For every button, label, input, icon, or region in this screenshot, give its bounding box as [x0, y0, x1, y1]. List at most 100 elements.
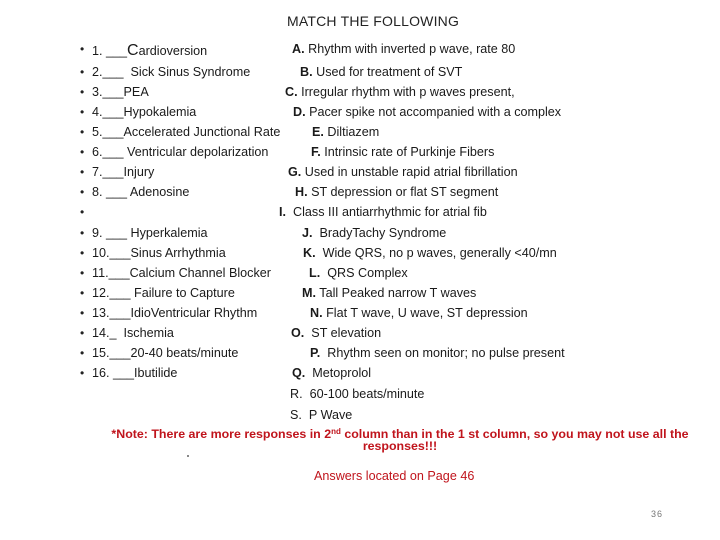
right-column-response: Q. Metoprolol	[292, 366, 371, 380]
response-text: Metoprolol	[305, 366, 372, 380]
note-suffix: column than in the 1 st column, so you m…	[340, 427, 689, 453]
item-initial: C	[127, 42, 139, 59]
bullet-icon: •	[80, 42, 85, 56]
response-text: Rhythm seen on monitor; no pulse present	[320, 346, 565, 360]
response-letter: P.	[310, 346, 321, 360]
right-column-response: M. Tall Peaked narrow T waves	[302, 286, 476, 300]
response-text: 60-100 beats/minute	[302, 387, 425, 401]
note-prefix: *Note: There are more responses in 2	[111, 427, 332, 441]
response-text: P Wave	[301, 408, 353, 422]
note-text: *Note: There are more responses in 2nd c…	[80, 427, 720, 453]
stray-dot	[187, 455, 189, 457]
extra-response-row: R. 60-100 beats/minute	[0, 387, 720, 407]
match-row: • 6.___ Ventricular depolarization F. Intr…	[0, 145, 720, 165]
left-column-item: 5.___Accelerated Junctional Rate	[92, 125, 281, 139]
match-row: • 5.___Accelerated Junctional Rate E. Dilt…	[0, 125, 720, 145]
page-number: 36	[651, 509, 664, 519]
response-letter: E.	[312, 125, 324, 139]
match-row: • I. Class III antiarrhythmic for atrial …	[0, 205, 720, 225]
match-row: • 14._ Ischemia O. ST elevation	[0, 326, 720, 346]
bullet-icon: •	[80, 326, 85, 340]
left-column-item: 15.___20-40 beats/minute	[92, 346, 239, 360]
match-row: • 11.___Calcium Channel Blocker L. QRS Com…	[0, 266, 720, 286]
bullet-icon: •	[80, 346, 85, 360]
left-column-item: 13.___IdioVentricular Rhythm	[92, 306, 258, 320]
bullet-icon: •	[80, 125, 85, 139]
item-label: ardioversion	[138, 44, 208, 58]
bullet-icon: •	[80, 205, 85, 219]
left-column-item: 16. ___Ibutilide	[92, 366, 178, 380]
response-letter: N.	[310, 306, 323, 320]
match-row: • 3.___PEA C. Irregular rhythm with p wave…	[0, 85, 720, 105]
response-text: Flat T wave, U wave, ST depression	[322, 306, 528, 320]
response-text: ST depression or flat ST segment	[307, 185, 499, 199]
left-column-item: 14._ Ischemia	[92, 326, 174, 340]
left-column-item: 10.___Sinus Arrhythmia	[92, 246, 226, 260]
right-column-response: R. 60-100 beats/minute	[290, 387, 424, 401]
bullet-icon: •	[80, 286, 85, 300]
right-column-response: K. Wide QRS, no p waves, generally <40/m…	[303, 246, 557, 260]
left-column-item: 6.___ Ventricular depolarization	[92, 145, 269, 159]
bullet-icon: •	[80, 165, 85, 179]
response-text: Wide QRS, no p waves, generally <40/mn	[315, 246, 557, 260]
bullet-icon: •	[80, 65, 85, 79]
response-letter: M.	[302, 286, 316, 300]
match-row: • 9. ___ Hyperkalemia J. BradyTachy Syndro…	[0, 226, 720, 246]
match-row: • 8. ___ Adenosine H. ST depression or fla…	[0, 185, 720, 205]
response-letter: O.	[291, 326, 305, 340]
right-column-response: C. Irregular rhythm with p waves present…	[285, 85, 515, 99]
bullet-icon: •	[80, 366, 85, 380]
response-letter: F.	[311, 145, 321, 159]
match-row: • 16. ___Ibutilide Q. Metoprolol	[0, 366, 720, 386]
response-letter: S.	[290, 408, 302, 422]
response-letter: Q.	[292, 366, 306, 380]
left-column-item: 1. ___Cardioversion	[92, 42, 207, 60]
left-column-item: 8. ___ Adenosine	[92, 185, 190, 199]
answers-location: Answers located on Page 46	[314, 469, 475, 483]
response-text: Pacer spike not accompanied with a compl…	[305, 105, 562, 119]
item-number: 1. ___	[92, 44, 128, 58]
bullet-icon: •	[80, 266, 85, 280]
response-letter: C.	[285, 85, 298, 99]
left-column-item: 9. ___ Hyperkalemia	[92, 226, 208, 240]
bullet-icon: •	[80, 306, 85, 320]
page-title: MATCH THE FOLLOWING	[287, 13, 460, 29]
note-superscript: nd	[331, 427, 341, 436]
left-column-item: 7.___Injury	[92, 165, 155, 179]
response-text: Used in unstable rapid atrial fibrillati…	[301, 165, 518, 179]
response-text: Tall Peaked narrow T waves	[316, 286, 477, 300]
response-letter: K.	[303, 246, 316, 260]
right-column-response: H. ST depression or flat ST segment	[295, 185, 498, 199]
match-row: • 15.___20-40 beats/minute P. Rhythm seen …	[0, 346, 720, 366]
response-letter: B.	[300, 65, 313, 79]
bullet-icon: •	[80, 85, 85, 99]
match-row: • 4.___Hypokalemia D. Pacer spike not acco…	[0, 105, 720, 125]
right-column-response: I. Class III antiarrhythmic for atrial f…	[279, 205, 487, 219]
response-letter: D.	[293, 105, 306, 119]
bullet-icon: •	[80, 105, 85, 119]
right-column-response: B. Used for treatment of SVT	[300, 65, 462, 79]
left-column-item: 2.___ Sick Sinus Syndrome	[92, 65, 251, 79]
match-row: • 12.___ Failure to Capture M. Tall Peaked…	[0, 286, 720, 306]
response-letter: A.	[292, 42, 305, 56]
match-row: • 10.___Sinus Arrhythmia K. Wide QRS, no p…	[0, 246, 720, 266]
match-row: • 7.___Injury G. Used in unstable rapid at…	[0, 165, 720, 185]
right-column-response: E. Diltiazem	[312, 125, 379, 139]
response-text: BradyTachy Syndrome	[312, 226, 447, 240]
bullet-icon: •	[80, 145, 85, 159]
response-letter: L.	[309, 266, 321, 280]
right-column-response: J. BradyTachy Syndrome	[302, 226, 446, 240]
response-letter: G.	[288, 165, 302, 179]
response-text: Irregular rhythm with p waves present,	[297, 85, 515, 99]
response-text: QRS Complex	[320, 266, 408, 280]
response-letter: H.	[295, 185, 308, 199]
left-column-item: 11.___Calcium Channel Blocker	[92, 266, 271, 280]
bullet-icon: •	[80, 226, 85, 240]
bullet-icon: •	[80, 246, 85, 260]
right-column-response: O. ST elevation	[291, 326, 381, 340]
response-text: Intrinsic rate of Purkinje Fibers	[320, 145, 495, 159]
response-letter: R.	[290, 387, 303, 401]
right-column-response: S. P Wave	[290, 408, 352, 422]
response-letter: I.	[279, 205, 286, 219]
right-column-response: N. Flat T wave, U wave, ST depression	[310, 306, 528, 320]
